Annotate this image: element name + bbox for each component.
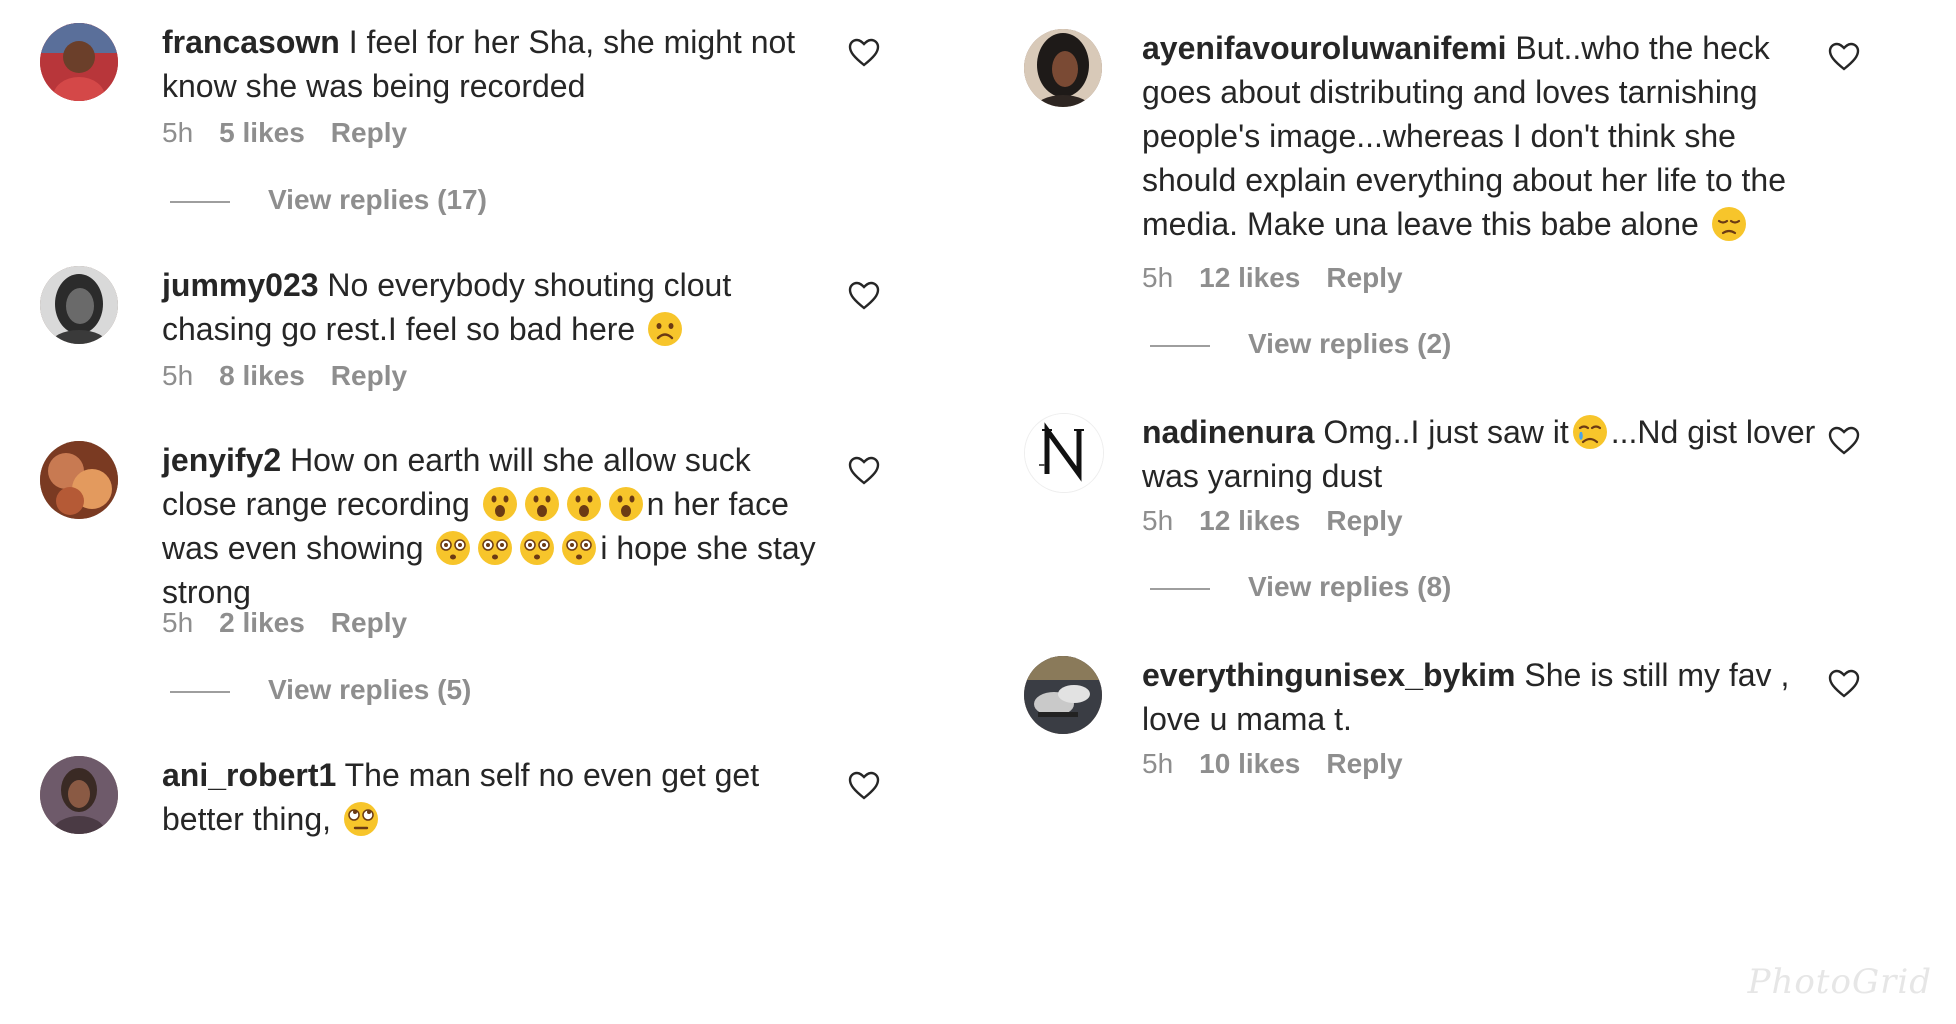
crying-face-icon [1571,413,1609,451]
username-link[interactable]: everythingunisex_bykim [1142,657,1515,693]
avatar[interactable] [40,23,118,101]
comment-text: ayenifavouroluwanifemi But..who the heck… [1142,26,1822,246]
comment-time: 5h [1142,748,1174,779]
open-mouth-face-icon [481,485,519,523]
comment-text: nadinenura Omg..I just saw it ...Nd gist … [1142,410,1822,498]
username-link[interactable]: ayenifavouroluwanifemi [1142,30,1507,66]
like-heart-icon[interactable] [848,456,880,486]
avatar[interactable] [40,266,118,344]
reply-button[interactable]: Reply [331,117,407,148]
comment-meta: 5h 10 likes Reply [1142,746,1429,782]
divider-line [170,690,230,693]
view-replies-label: View replies (5) [268,674,472,705]
view-replies-label: View replies (8) [1248,571,1452,602]
open-mouth-face-icon [565,485,603,523]
comments-column-right: ayenifavouroluwanifemi But..who the heck… [978,0,1956,1024]
likes-count[interactable]: 5 likes [219,117,305,148]
view-replies-button[interactable]: View replies (5) [170,672,471,708]
flushed-face-icon [476,529,514,567]
like-heart-icon[interactable] [848,38,880,68]
comment-time: 5h [162,607,194,638]
comment-meta: 5h 8 likes Reply [162,358,433,394]
reply-button[interactable]: Reply [1326,748,1402,779]
likes-count[interactable]: 12 likes [1199,262,1300,293]
like-heart-icon[interactable] [1828,669,1860,699]
avatar[interactable] [1024,413,1104,493]
view-replies-button[interactable]: View replies (2) [1150,326,1451,362]
reply-button[interactable]: Reply [1326,505,1402,536]
username-link[interactable]: jenyify2 [162,442,281,478]
likes-count[interactable]: 8 likes [219,360,305,391]
username-link[interactable]: ani_robert1 [162,757,336,793]
divider-line [1150,344,1210,347]
avatar[interactable] [40,756,118,834]
flushed-face-icon [434,529,472,567]
view-replies-label: View replies (2) [1248,328,1452,359]
divider-line [1150,587,1210,590]
likes-count[interactable]: 10 likes [1199,748,1300,779]
comment-time: 5h [162,360,194,391]
like-heart-icon[interactable] [848,281,880,311]
flushed-face-icon [560,529,598,567]
username-link[interactable]: nadinenura [1142,414,1314,450]
likes-count[interactable]: 12 likes [1199,505,1300,536]
comment-time: 5h [1142,505,1174,536]
like-heart-icon[interactable] [1828,42,1860,72]
avatar[interactable] [40,441,118,519]
comment-text: jenyify2 How on earth will she allow suc… [162,438,822,614]
open-mouth-face-icon [607,485,645,523]
comment-meta: 5h 12 likes Reply [1142,260,1429,296]
photogrid-watermark: PhotoGrid [1747,962,1932,1002]
comment-time: 5h [162,117,194,148]
divider-line [170,200,230,203]
avatar[interactable] [1024,656,1102,734]
flushed-face-icon [518,529,556,567]
like-heart-icon[interactable] [1828,426,1860,456]
comment-text: ani_robert1 The man self no even get get… [162,753,822,841]
open-mouth-face-icon [523,485,561,523]
disappointed-face-icon [1710,205,1748,243]
comment-text: francasown I feel for her Sha, she might… [162,20,822,108]
reply-button[interactable]: Reply [331,607,407,638]
frowning-face-icon [646,310,684,348]
comment-body-part1: Omg..I just saw it [1323,414,1569,450]
view-replies-label: View replies (17) [268,184,487,215]
reply-button[interactable]: Reply [1326,262,1402,293]
comment-text: everythingunisex_bykim She is still my f… [1142,653,1822,741]
comment-text: jummy023 No everybody shouting clout cha… [162,263,822,351]
comment-meta: 5h 5 likes Reply [162,115,433,151]
view-replies-button[interactable]: View replies (17) [170,182,487,218]
like-heart-icon[interactable] [848,771,880,801]
comment-time: 5h [1142,262,1174,293]
comment-meta: 5h 2 likes Reply [162,605,433,641]
avatar[interactable] [1024,29,1102,107]
likes-count[interactable]: 2 likes [219,607,305,638]
eye-roll-face-icon [342,800,380,838]
reply-button[interactable]: Reply [331,360,407,391]
username-link[interactable]: jummy023 [162,267,319,303]
view-replies-button[interactable]: View replies (8) [1150,569,1451,605]
comment-meta: 5h 12 likes Reply [1142,503,1429,539]
username-link[interactable]: francasown [162,24,340,60]
comments-column-left: francasown I feel for her Sha, she might… [0,0,978,1024]
